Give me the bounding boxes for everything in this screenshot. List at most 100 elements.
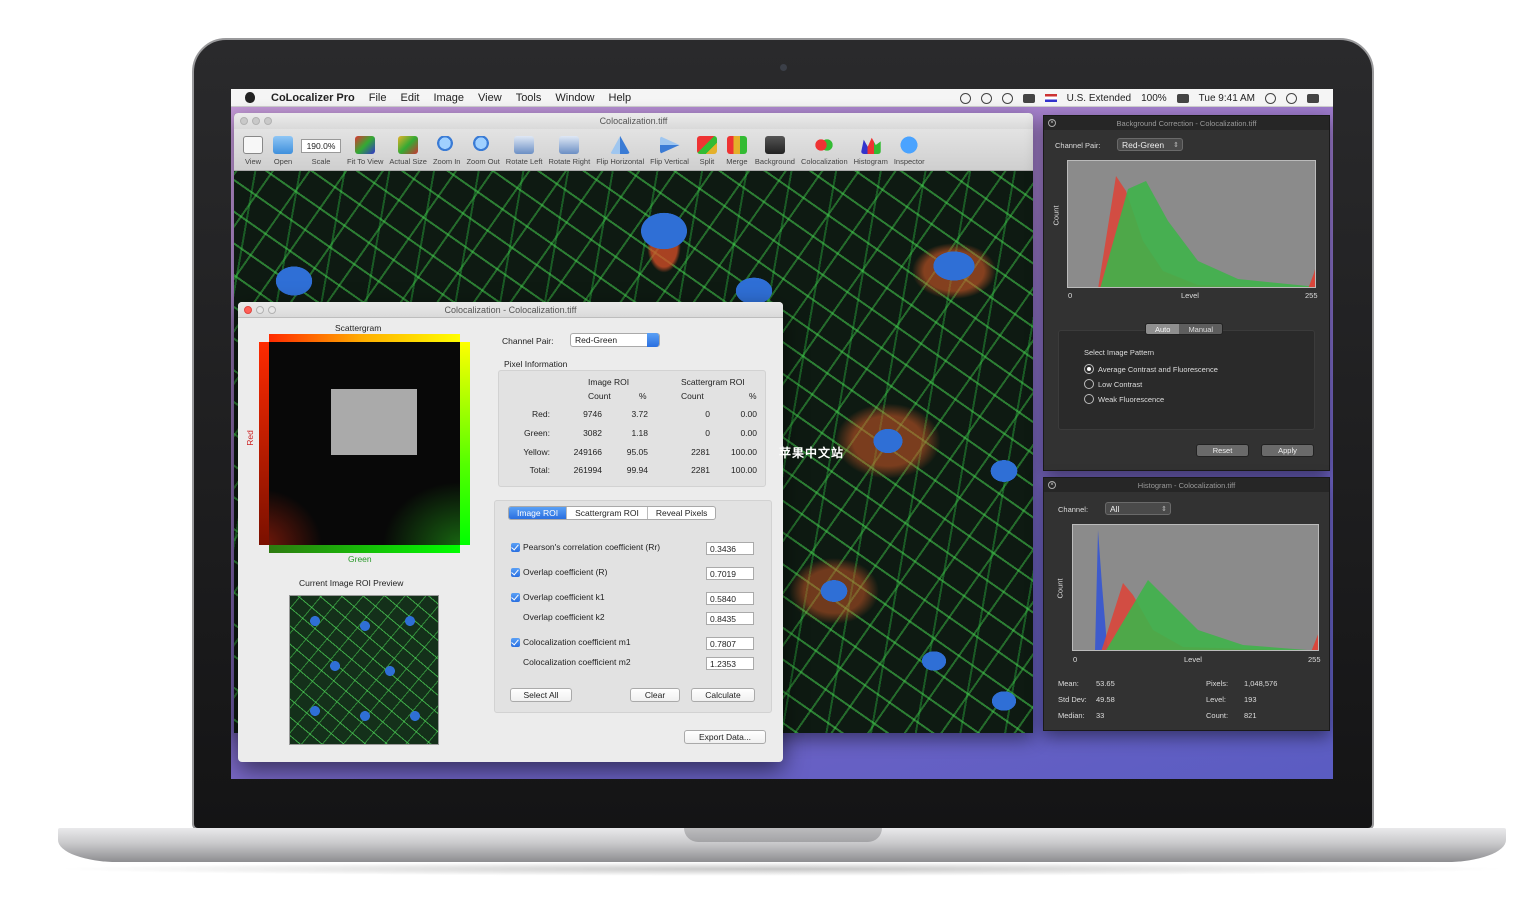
- roi-preview-image[interactable]: [289, 595, 439, 745]
- stat-median-value: 33: [1096, 711, 1105, 720]
- menu-bar: CoLocalizer Pro File Edit Image View Too…: [231, 89, 1333, 107]
- seg-auto[interactable]: Auto: [1146, 324, 1180, 334]
- calculate-button[interactable]: Calculate: [691, 688, 755, 702]
- keyboard-layout[interactable]: U.S. Extended: [1067, 93, 1131, 104]
- row-sc-count: 0: [705, 428, 710, 438]
- bg-panel-titlebar[interactable]: × Background Correction - Colocalization…: [1044, 116, 1329, 130]
- radio-weak-fluorescence[interactable]: [1084, 394, 1094, 404]
- apply-button[interactable]: Apply: [1261, 444, 1314, 457]
- toolbar-flip-horizontal-button[interactable]: Flip Horizontal: [593, 136, 647, 166]
- row-img-pct: 99.94: [626, 465, 648, 475]
- channel-pair-select[interactable]: Red-Green: [570, 333, 660, 347]
- toolbar-zoom-in-button[interactable]: Zoom In: [430, 136, 464, 166]
- bluetooth-icon[interactable]: [980, 92, 992, 104]
- scattergram-roi[interactable]: [331, 389, 417, 455]
- row-sc-count: 2281: [691, 465, 710, 475]
- close-button[interactable]: [244, 306, 252, 314]
- coef-value-pearson[interactable]: 0.3436: [706, 542, 754, 555]
- toolbar-view-button[interactable]: View: [238, 136, 268, 166]
- minimize-button[interactable]: [252, 117, 260, 125]
- coef-value-coloc-m1[interactable]: 0.7807: [706, 637, 754, 650]
- hist-y-label: Count: [1055, 578, 1065, 599]
- user-icon[interactable]: [1265, 92, 1276, 104]
- menu-file[interactable]: File: [369, 92, 387, 104]
- hist-channel-select[interactable]: All ⇕: [1105, 502, 1171, 515]
- tab-scattergram-roi[interactable]: Scattergram ROI: [567, 507, 648, 519]
- toolbar-rotate-right-button[interactable]: Rotate Right: [546, 136, 594, 166]
- checkbox-pearson[interactable]: [511, 543, 520, 552]
- checkbox-overlap-r[interactable]: [511, 568, 520, 577]
- radio-low-contrast[interactable]: [1084, 379, 1094, 389]
- time-machine-icon[interactable]: [959, 92, 971, 104]
- radio-average[interactable]: [1084, 364, 1094, 374]
- coloc-titlebar[interactable]: Colocalization - Colocalization.tiff: [238, 302, 783, 318]
- toolbar-flip-vertical-button[interactable]: Flip Vertical: [647, 136, 692, 166]
- close-icon[interactable]: ×: [1048, 119, 1056, 127]
- toolbar-fit-button[interactable]: Fit To View: [344, 136, 386, 166]
- scale-input[interactable]: 190.0%: [301, 139, 341, 153]
- bg-histogram-svg: [1098, 176, 1315, 287]
- close-icon[interactable]: ×: [1048, 481, 1056, 489]
- toolbar-inspector-button[interactable]: Inspector: [891, 136, 928, 166]
- checkbox-coloc-m1[interactable]: [511, 638, 520, 647]
- hist-x-min: 0: [1073, 655, 1078, 664]
- flag-icon[interactable]: [1044, 94, 1057, 102]
- menu-clock[interactable]: Tue 9:41 AM: [1199, 93, 1255, 104]
- close-button[interactable]: [240, 117, 248, 125]
- seg-manual[interactable]: Manual: [1179, 324, 1223, 334]
- export-data-button[interactable]: Export Data...: [684, 730, 766, 744]
- watermark-text: 苹果中文站: [779, 446, 845, 460]
- toolbar-label: Inspector: [893, 157, 925, 166]
- toolbar-open-button[interactable]: Open: [268, 136, 298, 166]
- toolbar-label: Rotate Left: [505, 157, 543, 166]
- volume-icon[interactable]: [1022, 93, 1035, 103]
- row-name: Yellow:: [523, 447, 550, 457]
- menu-view[interactable]: View: [478, 92, 502, 104]
- coef-value-overlap-k2[interactable]: 0.8435: [706, 612, 754, 625]
- coef-value-overlap-k1[interactable]: 0.5840: [706, 592, 754, 605]
- row-sc-count: 0: [705, 409, 710, 419]
- toolbar-actual-size-button[interactable]: Actual Size: [386, 136, 430, 166]
- zoom-button[interactable]: [268, 306, 276, 314]
- toolbar-background-button[interactable]: Background: [752, 136, 798, 166]
- hist-panel-title: Histogram - Colocalization.tiff: [1137, 480, 1236, 490]
- bg-histogram-chart[interactable]: [1067, 160, 1316, 288]
- toolbar-zoom-out-button[interactable]: Zoom Out: [463, 136, 502, 166]
- clear-button[interactable]: Clear: [630, 688, 680, 702]
- zoom-out-icon: [473, 136, 494, 154]
- bg-channel-pair-select[interactable]: Red-Green ⇕: [1117, 138, 1183, 151]
- coef-value-coloc-m2[interactable]: 1.2353: [706, 657, 754, 670]
- select-all-button[interactable]: Select All: [510, 688, 572, 702]
- notification-center-icon[interactable]: [1307, 93, 1319, 103]
- image-pattern-group: [1058, 330, 1315, 430]
- toolbar-split-button[interactable]: Split: [692, 136, 722, 166]
- zoom-button[interactable]: [264, 117, 272, 125]
- menu-help[interactable]: Help: [609, 92, 632, 104]
- apple-icon[interactable]: [245, 92, 255, 103]
- toolbar-colocalization-button[interactable]: Colocalization: [798, 136, 851, 166]
- toolbar-histogram-button[interactable]: Histogram: [851, 136, 891, 166]
- toolbar-scale-control[interactable]: 190.0% Scale: [298, 139, 344, 166]
- reset-button[interactable]: Reset: [1196, 444, 1249, 457]
- tab-reveal-pixels[interactable]: Reveal Pixels: [648, 507, 715, 519]
- main-window-titlebar[interactable]: Colocalization.tiff: [234, 113, 1033, 129]
- menu-edit[interactable]: Edit: [400, 92, 419, 104]
- battery-icon[interactable]: [1176, 93, 1189, 103]
- spotlight-icon[interactable]: [1286, 92, 1297, 104]
- toolbar-merge-button[interactable]: Merge: [722, 136, 752, 166]
- toolbar-rotate-left-button[interactable]: Rotate Left: [503, 136, 546, 166]
- battery-percent[interactable]: 100%: [1141, 93, 1167, 104]
- menu-tools[interactable]: Tools: [516, 92, 542, 104]
- coef-value-overlap-r[interactable]: 0.7019: [706, 567, 754, 580]
- toolbar-label: Rotate Right: [548, 157, 591, 166]
- minimize-button[interactable]: [256, 306, 264, 314]
- wifi-icon[interactable]: [1001, 92, 1013, 104]
- menu-app-name[interactable]: CoLocalizer Pro: [271, 92, 355, 104]
- checkbox-overlap-k1[interactable]: [511, 593, 520, 602]
- row-name: Red:: [532, 409, 550, 419]
- menu-image[interactable]: Image: [433, 92, 464, 104]
- hist-panel-titlebar[interactable]: × Histogram - Colocalization.tiff: [1044, 478, 1329, 492]
- tab-image-roi[interactable]: Image ROI: [509, 507, 568, 519]
- channel-histogram-chart[interactable]: [1072, 524, 1319, 651]
- menu-window[interactable]: Window: [555, 92, 594, 104]
